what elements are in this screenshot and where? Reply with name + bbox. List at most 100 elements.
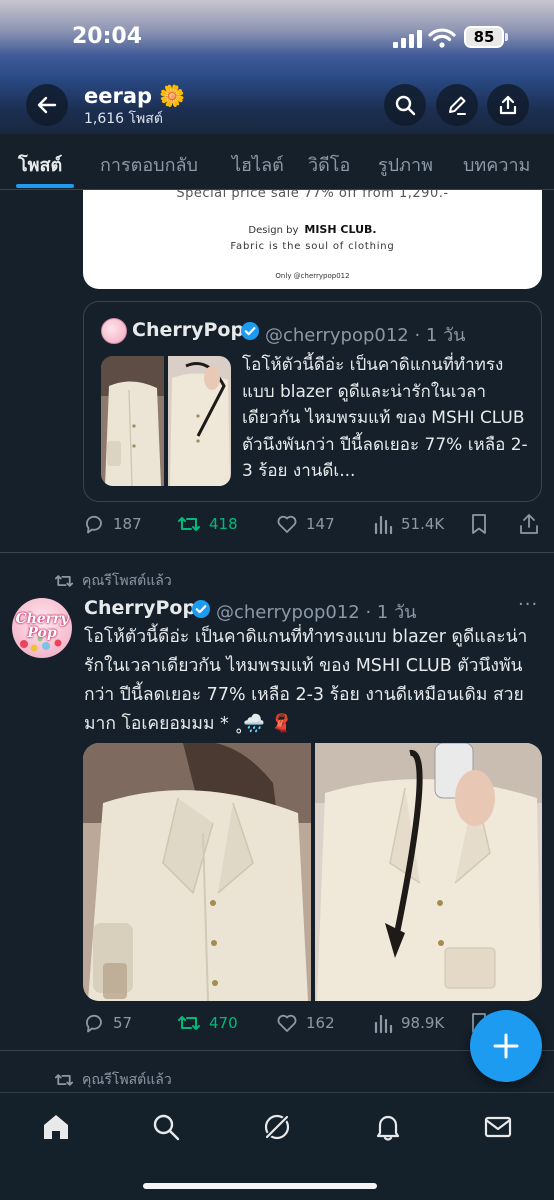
heart-icon <box>277 515 297 533</box>
analytics-icon <box>374 1014 393 1034</box>
reply-icon <box>86 1014 102 1033</box>
search-icon <box>153 1114 180 1141</box>
status-time: 20:04 <box>72 24 143 49</box>
cardigan-photo-image <box>168 356 231 486</box>
back-button[interactable] <box>26 84 68 126</box>
post-image-promo[interactable]: Special price sale 77% off from 1,290.- … <box>83 190 542 289</box>
like-count: 162 <box>306 1014 335 1032</box>
post-divider <box>0 552 554 553</box>
quoted-post[interactable]: CherryPop @cherrypop012 · 1 วัน โอโห้ตัว… <box>83 301 542 502</box>
profile-tabs: โพสต์ การตอบกลับ ไฮไลต์ วิดีโอ รูปภาพ บท… <box>0 134 554 190</box>
heart-icon <box>277 1014 297 1032</box>
post-count: 1,616 โพสต์ <box>84 111 163 127</box>
analytics-icon <box>374 515 393 535</box>
reply-icon <box>86 515 102 534</box>
arrow-left-icon <box>37 96 57 114</box>
tab-posts[interactable]: โพสต์ <box>18 150 62 179</box>
pencil-icon <box>449 96 466 115</box>
bottom-navigation <box>0 1092 554 1200</box>
bookmark-icon <box>472 514 486 534</box>
quote-text: โอโห้ตัวนี้ดีอ่ะ เป็นคาดิแกนที่ทำทรงแบบ … <box>242 355 528 481</box>
cardigan-photo-image <box>315 743 542 1001</box>
views-button[interactable]: 98.9K <box>373 1012 444 1034</box>
promo-design-by: Design by MISH CLUB. <box>83 223 542 236</box>
sunflower-emoji: 🌼 <box>159 84 186 108</box>
promo-tagline: Fabric is the soul of clothing <box>230 241 395 252</box>
post-photo-2[interactable] <box>315 743 542 1001</box>
tab-highlights[interactable]: ไฮไลต์ <box>232 150 284 179</box>
nav-messages[interactable] <box>481 1110 515 1144</box>
nav-grok[interactable] <box>260 1110 294 1144</box>
plus-icon <box>493 1033 519 1059</box>
like-button[interactable]: 147 <box>276 513 335 535</box>
nav-search[interactable] <box>149 1110 183 1144</box>
reply-button[interactable]: 187 <box>83 513 142 535</box>
like-count: 147 <box>306 515 335 533</box>
more-options-icon[interactable]: ··· <box>518 594 538 615</box>
promo-only-text: Only @cherrypop012 <box>275 272 350 280</box>
repost-button[interactable]: 418 <box>177 513 238 535</box>
post1-action-bar: 187 418 147 51.4K <box>83 513 542 537</box>
reposted-indicator: คุณรีโพสต์แล้ว <box>54 1069 172 1091</box>
bell-icon <box>376 1115 400 1141</box>
wifi-icon <box>428 28 456 48</box>
reposted-indicator: คุณรีโพสต์แล้ว <box>54 570 172 592</box>
search-icon <box>395 95 416 116</box>
profile-name-text: eerap <box>84 84 153 108</box>
repost-button[interactable]: 470 <box>177 1012 238 1034</box>
share-icon <box>520 514 538 534</box>
design-by-label: Design by <box>248 225 299 236</box>
post-text: โอโห้ตัวนี้ดีอ่ะ เป็นคาดิแกนที่ทำทรงแบบ … <box>84 627 528 734</box>
reposted-label: คุณรีโพสต์แล้ว <box>82 1072 172 1088</box>
post-handle-time: @cherrypop012 · 1 วัน <box>216 602 417 623</box>
reply-button[interactable]: 57 <box>83 1012 132 1034</box>
compose-button[interactable] <box>436 84 478 126</box>
quote-avatar <box>101 318 127 344</box>
quote-handle-time: @cherrypop012 · 1 วัน <box>265 325 466 346</box>
quote-photo-1 <box>101 356 164 486</box>
battery-tip <box>505 33 508 41</box>
cellular-signal-icon <box>393 30 422 48</box>
reply-count: 57 <box>113 1014 133 1032</box>
share-button[interactable] <box>487 84 529 126</box>
verified-badge-icon <box>192 600 210 618</box>
repost-count: 470 <box>209 1014 238 1032</box>
nav-notifications[interactable] <box>371 1110 405 1144</box>
search-button[interactable] <box>384 84 426 126</box>
like-button[interactable]: 162 <box>276 1012 335 1034</box>
tab-videos[interactable]: วิดีโอ <box>308 150 350 179</box>
quote-author-name: CherryPop <box>132 319 245 341</box>
reply-count: 187 <box>113 515 142 533</box>
active-tab-indicator <box>16 184 74 188</box>
grok-icon <box>264 1114 290 1140</box>
repost-count: 418 <box>209 515 238 533</box>
view-count: 98.9K <box>401 1014 445 1032</box>
cardigan-photo-image <box>83 743 311 1001</box>
profile-header-banner: 20:04 85 eerap 🌼 1,616 โพสต์ <box>0 0 554 134</box>
reposted-label: คุณรีโพสต์แล้ว <box>82 573 172 589</box>
tab-photos[interactable]: รูปภาพ <box>378 150 433 179</box>
repost-icon <box>54 1074 74 1086</box>
bookmark-button[interactable] <box>469 513 489 535</box>
home-indicator <box>143 1183 377 1189</box>
mail-icon <box>484 1116 512 1138</box>
nav-home[interactable] <box>39 1110 73 1144</box>
post-photo-1[interactable] <box>83 743 311 1001</box>
repost-icon <box>54 575 74 587</box>
tab-replies[interactable]: การตอบกลับ <box>100 150 198 179</box>
compose-post-button[interactable] <box>470 1010 542 1082</box>
profile-name: eerap 🌼 <box>84 84 186 109</box>
post-author-name[interactable]: CherryPop <box>84 597 196 619</box>
tab-articles[interactable]: บทความ <box>463 150 530 179</box>
repost-icon <box>178 517 200 531</box>
avatar[interactable]: Cherry Pop <box>12 598 72 658</box>
brand-name: MISH CLUB. <box>304 223 377 236</box>
battery-indicator: 85 <box>464 26 504 48</box>
share-post-button[interactable] <box>518 513 540 535</box>
status-bar: 20:04 85 <box>0 22 554 58</box>
views-button[interactable]: 51.4K <box>373 513 444 535</box>
view-count: 51.4K <box>401 515 445 533</box>
verified-badge-icon <box>241 322 259 340</box>
home-icon <box>44 1115 68 1139</box>
quote-photo-2 <box>168 356 231 486</box>
